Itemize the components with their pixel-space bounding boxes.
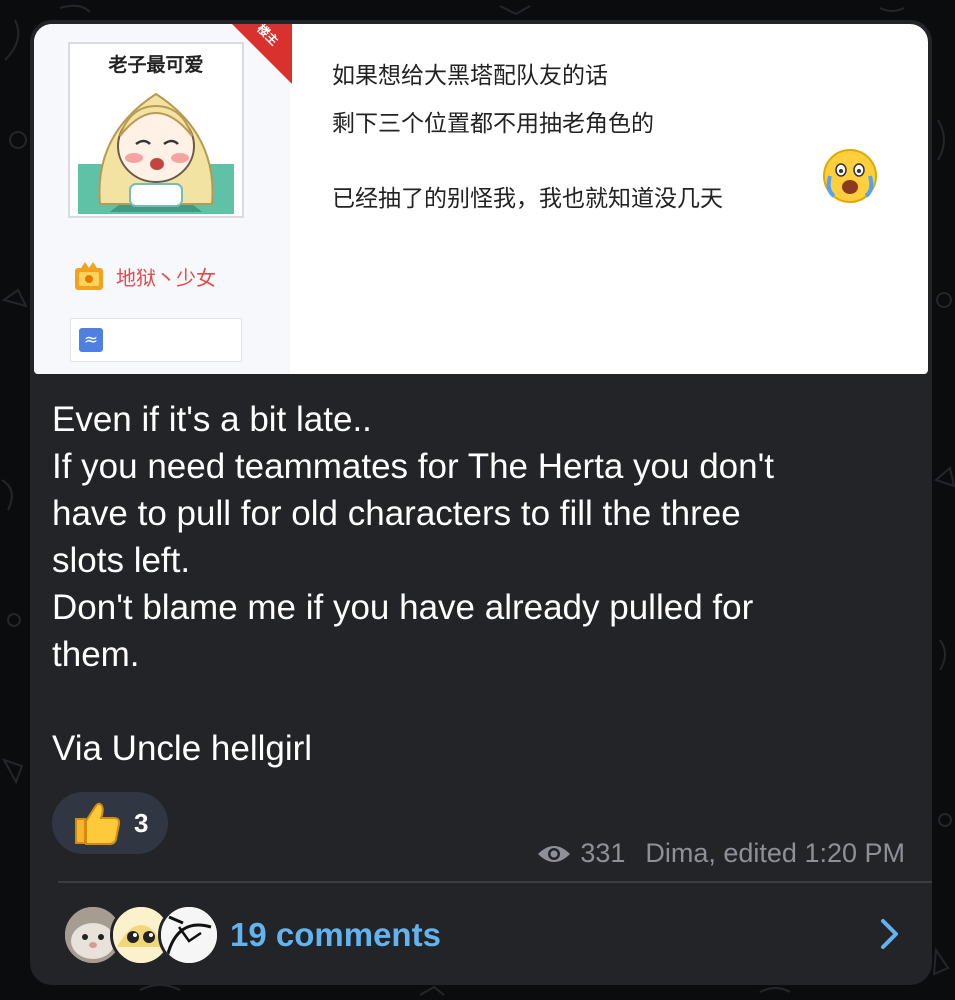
anime-girl-illustration: [78, 92, 234, 214]
message-text: Even if it's a bit late.. If you need te…: [52, 396, 912, 772]
zodiac-signature-box: ≈: [70, 318, 242, 362]
commenter-avatar: [158, 904, 220, 966]
chevron-right-icon: [881, 919, 898, 949]
sketch-avatar-icon: [161, 907, 217, 963]
embedded-screenshot[interactable]: 老子最可爱 楼主 地狱丶少女 ≈ 如果想给大黑塔配队友的话 剩下三个位置都不用抽…: [34, 24, 928, 374]
reaction-chip[interactable]: 3: [52, 792, 168, 854]
reaction-count: 3: [134, 808, 149, 838]
message-line: them.: [52, 635, 140, 674]
author-edited-time: Dima, edited 1:20 PM: [645, 838, 905, 868]
message-line: have to pull for old characters to fill …: [52, 494, 741, 533]
aquarius-icon: ≈: [79, 328, 103, 352]
forum-user-row[interactable]: 地狱丶少女: [72, 259, 216, 293]
message-line: If you need teammates for The Herta you …: [52, 447, 774, 486]
message-meta: 331 Dima, edited 1:20 PM: [536, 838, 905, 869]
views-eye-icon: [538, 845, 571, 862]
message-line: Don't blame me if you have already pulle…: [52, 588, 754, 627]
chinese-post-line-1: 如果想给大黑塔配队友的话: [332, 63, 608, 89]
views-count: 331: [580, 838, 626, 868]
comments-count-label: 19 comments: [230, 916, 441, 953]
level-badge-icon: [75, 262, 103, 290]
forum-avatar: 老子最可爱: [68, 42, 244, 218]
message-line: slots left.: [52, 541, 191, 580]
scared-face-emoji-icon: [823, 149, 877, 203]
chinese-post-line-2: 剩下三个位置都不用抽老角色的: [332, 111, 654, 137]
message-line: Via Uncle hellgirl: [52, 729, 313, 768]
thumbs-up-icon: [75, 802, 121, 845]
comments-divider: [58, 881, 932, 883]
forum-username: 地狱丶少女: [116, 265, 216, 290]
forum-user-panel: 老子最可爱 楼主 地狱丶少女 ≈: [34, 24, 292, 374]
message-bubble: 老子最可爱 楼主 地狱丶少女 ≈ 如果想给大黑塔配队友的话 剩下三个位置都不用抽…: [30, 20, 932, 985]
chinese-post-line-3: 已经抽了的别怪我，我也就知道没几天: [332, 186, 723, 212]
message-line: Even if it's a bit late..: [52, 400, 372, 439]
comments-button[interactable]: 19 comments: [30, 886, 932, 985]
